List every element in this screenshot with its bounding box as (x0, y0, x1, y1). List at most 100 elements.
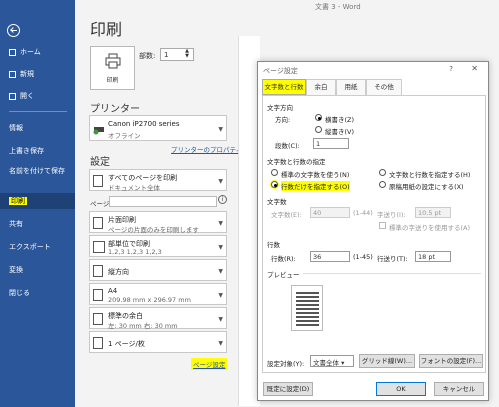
nav-print[interactable]: 印刷 (0, 193, 75, 209)
window-title: 文書 3 - Word (315, 3, 361, 11)
grid-standard-radio[interactable] (271, 169, 278, 176)
grid-chars-lines-label: 文字数と行数を指定する(H) (389, 171, 471, 179)
paper-icon (93, 289, 103, 301)
info-icon[interactable]: i (218, 195, 227, 204)
columns-input[interactable]: 1 (313, 138, 349, 149)
columns-label: 段数(C): (275, 142, 300, 150)
copies-spinner[interactable]: ▲ ▼ (182, 49, 192, 60)
page-preview-thumbnail (291, 285, 323, 331)
grid-manuscript-label: 原稿用紙の設定にする(X) (389, 183, 464, 191)
nav-transform[interactable]: 変換 (0, 262, 75, 278)
backstage-sidebar: ホーム 新規 開く 情報 上書き保存 名前を付けて保存 印刷 共有 エクスポート… (0, 0, 75, 407)
nav-divider (9, 111, 67, 112)
print-button[interactable]: 印刷 (90, 46, 135, 90)
copies-label: 部数: (139, 52, 156, 60)
printer-status: オフライン (108, 132, 141, 140)
orientation-title: 縦方向 (108, 268, 129, 276)
chevron-down-icon: ▼ (218, 340, 223, 347)
nav-open[interactable]: 開く (0, 88, 75, 104)
direction-label: 方向: (275, 116, 291, 124)
chevron-down-icon: ▼ (218, 316, 223, 323)
pages-input[interactable] (109, 196, 217, 207)
horizontal-label: 横書き(Z) (325, 116, 355, 124)
paper-sub: 209.98 mm x 296.97 mm (108, 296, 191, 304)
grid-standard-label: 標準の文字数を使う(N) (281, 171, 350, 179)
grid-lines-only-radio[interactable] (271, 181, 278, 188)
folder-icon (9, 92, 16, 100)
dialog-title: ページ設定 (263, 67, 298, 75)
vertical-radio[interactable] (315, 126, 322, 133)
ok-button[interactable]: OK (376, 382, 426, 396)
line-count-input[interactable]: 36 (310, 251, 350, 262)
title-bar: 文書 3 - Word (75, 0, 499, 12)
char-count-input[interactable]: 40 (310, 207, 350, 218)
tab-other[interactable]: その他 (366, 79, 402, 95)
portrait-icon (93, 265, 103, 277)
back-arrow-icon[interactable] (7, 24, 20, 37)
char-count-range: (1-44) (353, 209, 373, 217)
document-icon (93, 175, 103, 187)
preview-heading: プレビュー (267, 271, 300, 279)
help-icon[interactable]: ? (449, 65, 453, 73)
line-count-range: (1-45) (353, 253, 373, 261)
sides-dropdown[interactable]: 片面印刷 ページの片面のみを印刷します ▼ (89, 211, 227, 234)
single-sided-icon (93, 217, 103, 229)
close-icon[interactable]: ✕ (471, 64, 478, 73)
printer-icon (105, 53, 121, 69)
margins-sub: 左: 30 mm 右: 30 mm (108, 322, 178, 330)
tab-characters-lines[interactable]: 文字数と行数 (262, 79, 306, 95)
printer-properties-link[interactable]: プリンターのプロパティ (171, 144, 242, 154)
tab-paper[interactable]: 用紙 (336, 79, 366, 95)
tab-margins[interactable]: 余白 (306, 79, 336, 95)
nav-export[interactable]: エクスポート (0, 239, 75, 255)
font-settings-button[interactable]: フォントの設定(F)... (419, 354, 483, 368)
paper-title: A4 (108, 287, 118, 295)
nav-home[interactable]: ホーム (0, 44, 75, 60)
new-document-icon (9, 70, 16, 78)
printer-dropdown[interactable]: Canon iP2700 series オフライン ▼ (89, 115, 227, 141)
tab-panel: 文字方向 方向: 横書き(Z) 縦書き(V) 段数(C): 1 文字数と行数の指… (262, 95, 486, 373)
nav-share[interactable]: 共有 (0, 216, 75, 232)
grid-heading: 文字数と行数の指定 (267, 158, 326, 166)
lines-heading: 行数 (267, 241, 280, 249)
char-count-label: 文字数(E): (271, 211, 302, 219)
home-icon (9, 48, 16, 56)
page-setup-link[interactable]: ページ設定 (191, 358, 228, 370)
margins-dropdown[interactable]: 標準の余白 左: 30 mm 右: 30 mm ▼ (89, 307, 227, 330)
sides-sub: ページの片面のみを印刷します (108, 226, 199, 234)
grid-lines-only-label: 行数だけを指定する(O) (281, 181, 350, 191)
grid-manuscript-radio[interactable] (379, 181, 386, 188)
char-pitch-label: 字送り(I): (377, 211, 406, 219)
paper-size-dropdown[interactable]: A4 209.98 mm x 296.97 mm ▼ (89, 283, 227, 305)
page-title: 印刷 (90, 20, 123, 39)
chevron-down-icon: ▼ (218, 220, 223, 227)
nav-close[interactable]: 閉じる (0, 285, 75, 301)
printer-heading: プリンター (90, 104, 140, 115)
grid-lines-button[interactable]: グリッド線(W)... (359, 354, 415, 368)
print-range-dropdown[interactable]: すべてのページを印刷 ドキュメント全体 ▼ (89, 169, 227, 192)
default-pitch-checkbox[interactable] (379, 222, 386, 229)
pages-per-sheet-dropdown[interactable]: 1 ページ/枚 ▼ (89, 331, 227, 353)
collate-icon (93, 241, 105, 253)
collate-sub: 1,2,3 1,2,3 1,2,3 (108, 248, 162, 256)
collate-dropdown[interactable]: 部単位で印刷 1,2,3 1,2,3 1,2,3 ▼ (89, 235, 227, 257)
char-pitch-input[interactable]: 10.5 pt (415, 207, 451, 218)
page-setup-dialog: ページ設定 ? ✕ 文字数と行数 余白 用紙 その他 文字方向 方向: 横書き(… (257, 61, 489, 401)
line-count-label: 行数(R): (271, 255, 296, 263)
grid-chars-lines-radio[interactable] (379, 169, 386, 176)
nav-save[interactable]: 上書き保存 (0, 143, 75, 159)
nav-info[interactable]: 情報 (0, 120, 75, 136)
nav-save-as[interactable]: 名前を付けて保存 (0, 166, 75, 184)
printer-status-icon (93, 123, 104, 135)
cancel-button[interactable]: キャンセル (434, 382, 484, 396)
margins-icon (93, 313, 103, 325)
apply-to-select[interactable]: 文書全体 ▾ (310, 355, 354, 367)
printer-name: Canon iP2700 series (108, 120, 180, 128)
horizontal-radio[interactable] (315, 114, 322, 121)
nav-new[interactable]: 新規 (0, 66, 75, 82)
chevron-down-icon: ▼ (218, 244, 223, 251)
line-pitch-input[interactable]: 18 pt (415, 251, 451, 262)
chevron-down-icon: ▼ (218, 178, 223, 185)
set-as-default-button[interactable]: 既定に設定(D) (263, 382, 313, 396)
orientation-dropdown[interactable]: 縦方向 ▼ (89, 259, 227, 281)
